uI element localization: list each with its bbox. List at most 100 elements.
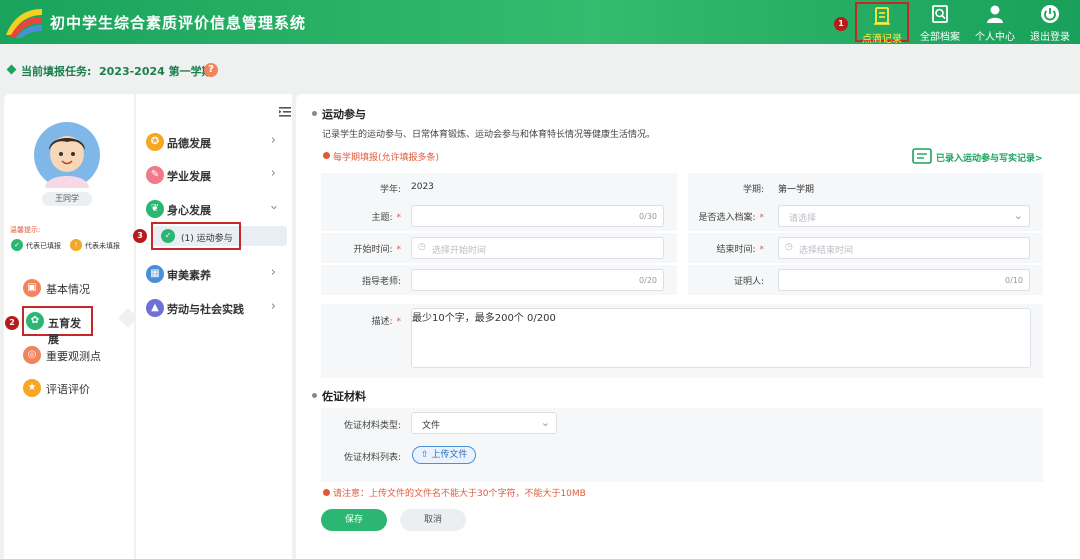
logo-icon xyxy=(6,9,42,38)
sidebar-item-label: 重要观测点 xyxy=(46,350,101,363)
graduation-icon: ✎ xyxy=(146,166,164,184)
app-title: 初中学生综合素质评价信息管理系统 xyxy=(50,14,307,32)
description-textarea[interactable]: 最少10个字，最多200个 0/200 xyxy=(411,308,1031,368)
teacher-counter: 0/20 xyxy=(639,276,657,285)
chevron-right-icon: › xyxy=(270,265,276,280)
sidebar-item-observation[interactable]: ◎ 重要观测点 xyxy=(22,343,122,367)
bullet-icon xyxy=(312,393,317,398)
nav-logout[interactable]: 退出登录 xyxy=(1023,2,1077,43)
sidebar-item-comments[interactable]: ★ 评语评价 xyxy=(22,376,122,400)
year-row: 学年: 2023 xyxy=(321,173,677,203)
nav-profile-label: 个人中心 xyxy=(975,32,1015,43)
tip-todo-label: 代表未填报 xyxy=(85,242,120,250)
required-mark: * xyxy=(759,245,765,255)
record-book-icon xyxy=(874,7,890,25)
records-link-label: 已录入运动参与写实记录> xyxy=(936,154,1043,164)
required-mark: * xyxy=(759,213,765,223)
teacher-row: 指导老师: 0/20 xyxy=(321,265,677,295)
award-icon: ★ xyxy=(23,379,41,397)
evidence-list-label: 佐证材料列表: xyxy=(343,453,401,463)
topic-row: 主题: * 0/30 xyxy=(321,201,677,231)
category-label: 劳动与社会实践 xyxy=(167,303,244,316)
chevron-right-icon: › xyxy=(270,299,276,314)
help-icon[interactable]: ? xyxy=(204,63,218,77)
diamond-icon xyxy=(6,64,17,75)
step-badge-2: 2 xyxy=(5,316,19,330)
upload-warning: 请注意：上传文件的文件名不能大于30个字符，不能大于10MB xyxy=(333,489,586,499)
teacher-input[interactable]: 0/20 xyxy=(411,269,664,291)
term-label: 学期: xyxy=(742,185,764,195)
cap-icon: ▲ xyxy=(146,299,164,317)
chevron-right-icon: › xyxy=(270,133,276,148)
archive-label: 是否选入档案: * xyxy=(698,213,765,223)
profile-icon: ▣ xyxy=(23,279,41,297)
archive-search-icon xyxy=(932,5,948,23)
year-value: 2023 xyxy=(411,182,434,192)
upload-icon: ⇧ xyxy=(421,450,429,460)
end-time-picker[interactable]: ◷ 选择结束时间 xyxy=(778,237,1030,259)
archive-row: 是否选入档案: * 请选择 ⌄ xyxy=(688,201,1043,231)
chevron-down-icon: ⌄ xyxy=(540,416,550,429)
nav-record-label: 点滴记录 xyxy=(862,34,902,45)
warning-dot-icon xyxy=(323,489,330,496)
sidebar-item-basic-info[interactable]: ▣ 基本情况 xyxy=(22,276,122,300)
upload-button[interactable]: ⇧ 上传文件 xyxy=(412,446,477,464)
section-title: 运动参与 xyxy=(322,108,366,121)
category-moral[interactable]: ✪ 品德发展 › xyxy=(146,131,286,153)
nav-profile[interactable]: 个人中心 xyxy=(968,2,1022,43)
evidence-box: 佐证材料类型: 文件 ⌄ 佐证材料列表: ⇧ 上传文件 xyxy=(321,408,1043,482)
archive-select[interactable]: 请选择 ⌄ xyxy=(778,205,1030,227)
start-placeholder: 选择开始时间 xyxy=(432,246,487,256)
topic-label: 主题: * xyxy=(371,213,401,223)
description-placeholder: 最少10个字，最多200个 xyxy=(412,313,524,324)
year-label: 学年: xyxy=(379,185,401,195)
category-menu: ✪ 品德发展 › ✎ 学业发展 › ❦ 身心发展 › 3 ✓ (1) 运动参与 … xyxy=(133,94,292,559)
target-icon: ◎ xyxy=(23,346,41,364)
medal-icon: ✪ xyxy=(146,133,164,151)
evidence-type-select[interactable]: 文件 ⌄ xyxy=(411,412,557,434)
flower-icon: ✿ xyxy=(26,312,44,330)
start-row: 开始时间: * ◷ 选择开始时间 xyxy=(321,233,677,263)
witness-label: 证明人: xyxy=(733,277,764,287)
end-placeholder: 选择结束时间 xyxy=(799,246,854,256)
sidebar-item-five-development[interactable]: ✿ 五育发展 xyxy=(22,306,93,346)
tip-done-label: 代表已填报 xyxy=(26,242,61,250)
sidebar-item-label: 评语评价 xyxy=(46,383,90,396)
archive-placeholder: 请选择 xyxy=(789,214,817,224)
cancel-button[interactable]: 取消 xyxy=(400,509,466,531)
records-list-icon xyxy=(912,148,932,164)
upload-label: 上传文件 xyxy=(431,450,468,460)
category-label: 品德发展 xyxy=(167,137,211,150)
end-label: 结束时间: * xyxy=(716,245,765,255)
category-label: 学业发展 xyxy=(167,170,211,183)
menu-collapse-icon[interactable] xyxy=(279,107,291,117)
art-icon: ▦ xyxy=(146,265,164,283)
done-leaf-icon: ✓ xyxy=(11,239,23,251)
category-health[interactable]: ❦ 身心发展 › xyxy=(146,198,286,220)
power-icon xyxy=(1041,5,1059,23)
evidence-title: 佐证材料 xyxy=(322,390,366,403)
start-label: 开始时间: * xyxy=(353,245,401,255)
task-bar: 当前填报任务: 2023-2024 第一学期 ? xyxy=(0,56,1080,84)
witness-input[interactable]: 0/10 xyxy=(778,269,1030,291)
start-time-picker[interactable]: ◷ 选择开始时间 xyxy=(411,237,664,259)
topic-input[interactable]: 0/30 xyxy=(411,205,664,227)
witness-row: 证明人: 0/10 xyxy=(688,265,1043,295)
task-value: 2023-2024 第一学期 xyxy=(99,65,213,78)
category-labor[interactable]: ▲ 劳动与社会实践 › xyxy=(146,297,286,319)
highlight-box xyxy=(151,222,241,250)
save-button[interactable]: 保存 xyxy=(321,509,387,531)
category-academic[interactable]: ✎ 学业发展 › xyxy=(146,164,286,186)
app-header: 初中学生综合素质评价信息管理系统 1 点滴记录 全部档案 个人中心 退出登录 xyxy=(0,0,1080,45)
topic-counter: 0/30 xyxy=(639,212,657,221)
term-row: 学期: 第一学期 xyxy=(688,173,1043,203)
step-badge-1: 1 xyxy=(834,17,848,31)
main-panel: 运动参与 记录学生的运动参与、日常体育锻炼、运动会参与和体育特长情况等健康生活情… xyxy=(296,94,1080,559)
nav-archive[interactable]: 全部档案 xyxy=(913,2,967,43)
chevron-right-icon: › xyxy=(270,166,276,181)
user-icon xyxy=(987,5,1003,23)
category-aesthetic[interactable]: ▦ 审美素养 › xyxy=(146,263,286,285)
nav-record[interactable]: 点滴记录 xyxy=(855,2,909,45)
left-sidebar: 王同学 温馨提示: ✓ 代表已填报 ! 代表未填报 2 ▣ 基本情况 ✿ 五育发… xyxy=(4,94,134,559)
required-mark: * xyxy=(396,317,402,327)
